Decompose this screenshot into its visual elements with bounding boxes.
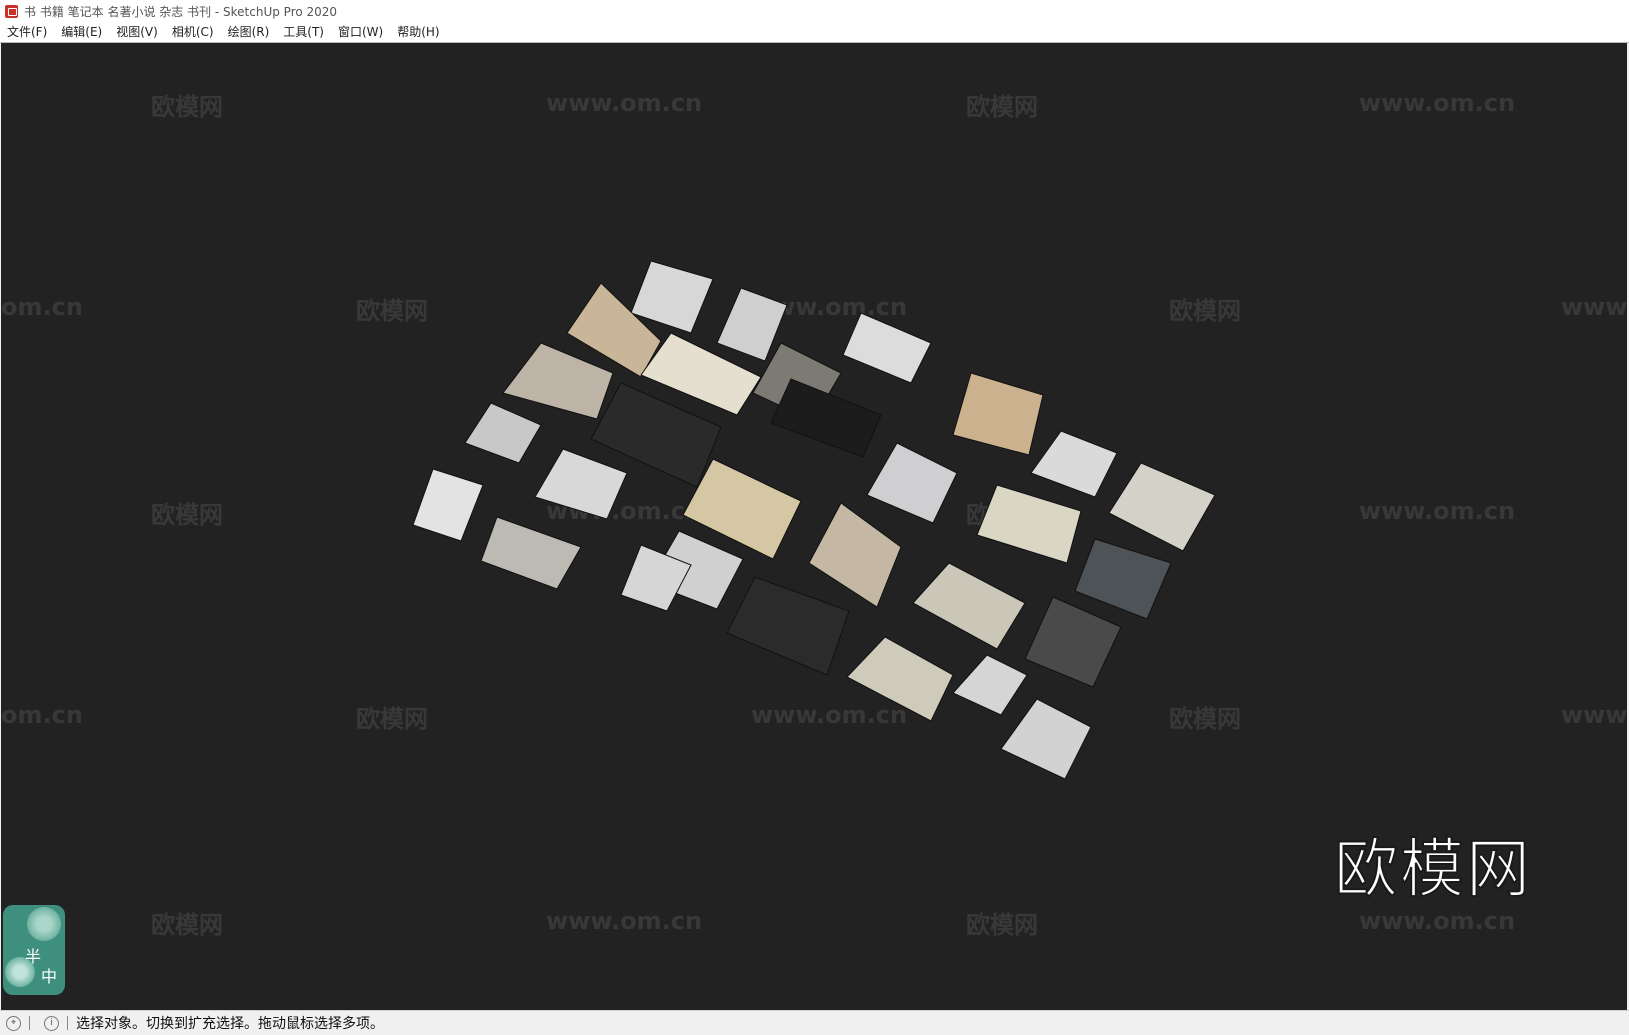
menu-draw[interactable]: 绘图(R) — [221, 23, 277, 42]
ime-chinese-label: 中 — [41, 967, 58, 986]
ime-decoration — [27, 907, 61, 941]
status-text: 选择对象。切换到扩充选择。拖动鼠标选择多项。 — [76, 1016, 384, 1032]
menu-tools[interactable]: 工具(T) — [276, 23, 331, 42]
book-model — [1074, 538, 1172, 620]
book-model — [464, 402, 542, 464]
book-model — [866, 442, 958, 524]
watermark-logo-large: 欧模网 — [1333, 832, 1532, 908]
book-model — [630, 260, 714, 334]
title-bar: 书 书籍 笔记本 名著小说 杂志 书刊 - SketchUp Pro 2020 — [0, 0, 1629, 22]
menu-view[interactable]: 视图(V) — [109, 23, 165, 42]
status-separator — [29, 1016, 30, 1030]
book-model — [912, 562, 1026, 650]
menu-edit[interactable]: 编辑(E) — [54, 23, 109, 42]
book-model — [976, 484, 1082, 564]
book-model — [726, 576, 850, 676]
menu-help[interactable]: 帮助(H) — [390, 23, 446, 42]
book-model — [846, 636, 954, 722]
window-title: 书 书籍 笔记本 名著小说 杂志 书刊 - SketchUp Pro 2020 — [24, 4, 338, 19]
ime-indicator[interactable]: 半 中 — [3, 905, 65, 995]
sketchup-app-icon — [5, 4, 18, 18]
book-model — [502, 342, 614, 420]
book-model — [1030, 430, 1118, 498]
menu-file[interactable]: 文件(F) — [0, 23, 54, 42]
info-icon[interactable]: i — [44, 1015, 59, 1031]
book-model — [1108, 462, 1216, 552]
book-model — [808, 502, 902, 608]
menu-window[interactable]: 窗口(W) — [331, 23, 390, 42]
book-model — [480, 516, 582, 590]
book-model — [534, 448, 628, 520]
book-model — [952, 654, 1028, 716]
menu-camera[interactable]: 相机(C) — [165, 23, 221, 42]
book-model — [1000, 698, 1092, 780]
geo-location-icon[interactable]: ⌖ — [6, 1015, 21, 1031]
ime-halfwidth-label: 半 — [25, 947, 42, 966]
3d-viewport[interactable]: 欧模网 www.om.cn 欧模网 www.om.cn om.cn 欧模网 ww… — [1, 43, 1627, 1010]
status-separator — [67, 1016, 68, 1030]
menu-bar: 文件(F) 编辑(E) 视图(V) 相机(C) 绘图(R) 工具(T) 窗口(W… — [0, 22, 1629, 43]
book-model — [412, 468, 484, 542]
book-model — [1024, 596, 1122, 688]
status-bar: ⌖ i 选择对象。切换到扩充选择。拖动鼠标选择多项。 — [0, 1010, 1629, 1035]
book-model — [952, 372, 1044, 456]
book-model — [842, 312, 932, 384]
